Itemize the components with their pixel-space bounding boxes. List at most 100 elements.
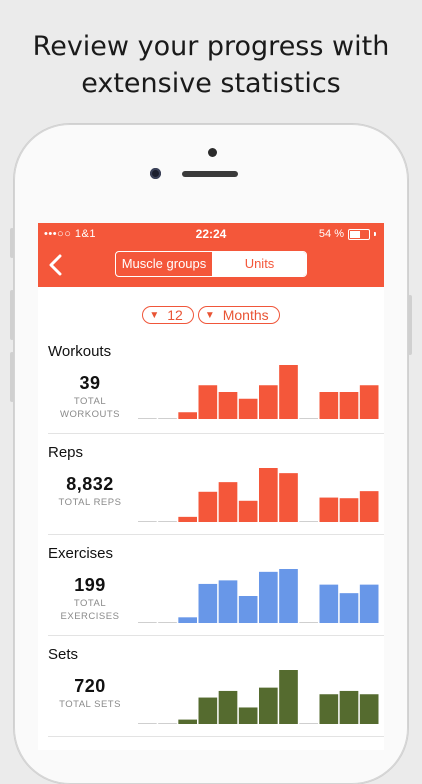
bar — [359, 694, 379, 724]
total-label: TOTAL EXERCISES — [60, 598, 120, 622]
dropdown-triangle-icon: ▼ — [149, 309, 160, 321]
divider — [48, 534, 384, 535]
bar — [178, 617, 197, 623]
bar — [319, 497, 339, 522]
mute-switch — [10, 228, 14, 258]
bar — [178, 412, 197, 419]
bar — [319, 584, 339, 623]
bar — [178, 516, 197, 522]
bar — [339, 498, 359, 522]
segment-units[interactable]: Units — [213, 252, 306, 276]
back-chevron-icon[interactable] — [46, 253, 68, 277]
bar — [259, 385, 278, 419]
section-reps[interactable]: Reps 8,832 TOTAL REPS — [38, 444, 384, 544]
bar — [319, 694, 339, 724]
total-value: 8,832 — [66, 474, 114, 494]
speaker-grille — [182, 171, 238, 177]
total-label: TOTAL SETS — [59, 699, 121, 710]
bar — [279, 569, 298, 623]
section-title: Workouts — [48, 343, 112, 360]
bar-empty — [138, 622, 157, 623]
bar-empty — [158, 622, 177, 623]
bar-empty — [299, 723, 318, 724]
bar — [359, 491, 379, 522]
section-title: Exercises — [48, 545, 114, 562]
bar — [238, 596, 258, 623]
period-value: Months — [222, 307, 269, 323]
battery-tip — [374, 232, 376, 236]
bar — [238, 500, 258, 522]
divider — [48, 736, 384, 737]
section-exercises[interactable]: Exercises 199 TOTAL EXERCISES — [38, 545, 384, 645]
bar-empty — [299, 622, 318, 623]
bar — [359, 385, 379, 419]
bar-chart — [138, 670, 379, 724]
section-title: Reps — [48, 444, 84, 461]
headline-line-2: extensive statistics — [81, 68, 341, 99]
bar-empty — [138, 723, 157, 724]
app-screen: •••○○ 1&1 22:24 54 % Muscle groups Units… — [38, 223, 384, 750]
bar — [198, 491, 218, 522]
status-bar: •••○○ 1&1 22:24 54 % — [38, 223, 384, 245]
volume-up-button — [10, 290, 14, 340]
bar — [339, 593, 359, 623]
bar-chart — [138, 569, 379, 623]
power-button — [408, 295, 412, 355]
bar — [218, 580, 238, 623]
divider — [48, 433, 384, 434]
bar-chart — [138, 365, 379, 419]
total-label: TOTAL REPS — [58, 497, 122, 508]
segmented-control: Muscle groups Units — [115, 251, 307, 277]
bar — [238, 707, 258, 724]
bar-empty — [158, 521, 177, 522]
segment-muscle-groups[interactable]: Muscle groups — [116, 252, 213, 276]
section-sets[interactable]: Sets 720 TOTAL SETS — [38, 646, 384, 746]
battery-fill — [350, 230, 360, 238]
bar — [218, 482, 238, 522]
bar — [218, 690, 238, 724]
bar — [279, 473, 298, 522]
bar — [238, 398, 258, 419]
total-value: 199 — [74, 575, 106, 595]
bar-empty — [299, 418, 318, 419]
bar — [279, 670, 298, 724]
battery-indicator: 54 % — [319, 228, 376, 240]
bar — [359, 584, 379, 623]
divider — [48, 635, 384, 636]
count-value: 12 — [167, 307, 183, 323]
bar — [198, 697, 218, 724]
bar — [198, 385, 218, 419]
bar — [339, 690, 359, 724]
bar — [259, 687, 278, 724]
bar — [259, 468, 278, 522]
bar-chart — [138, 468, 379, 522]
bar-empty — [158, 723, 177, 724]
bar — [178, 719, 197, 724]
headline: Review your progress with extensive stat… — [0, 28, 422, 102]
camera-icon — [208, 148, 217, 157]
bar-empty — [138, 418, 157, 419]
volume-down-button — [10, 352, 14, 402]
section-workouts[interactable]: Workouts 39 TOTAL WORKOUTS — [38, 343, 384, 443]
bar — [339, 392, 359, 419]
bar — [218, 392, 238, 419]
bar — [198, 583, 218, 623]
total-value: 39 — [79, 373, 101, 393]
dropdown-triangle-icon: ▼ — [204, 309, 215, 321]
count-dropdown[interactable]: ▼ 12 — [142, 306, 194, 324]
total-label: TOTAL WORKOUTS — [60, 396, 120, 420]
filter-bar: ▼ 12 ▼ Months — [38, 306, 384, 324]
bar — [259, 571, 278, 623]
total-value: 720 — [74, 676, 106, 696]
section-title: Sets — [48, 646, 79, 663]
bar-empty — [299, 521, 318, 522]
bar-empty — [138, 521, 157, 522]
bar — [279, 365, 298, 419]
period-dropdown[interactable]: ▼ Months — [197, 306, 280, 324]
front-camera-icon — [150, 168, 161, 179]
bar-empty — [158, 418, 177, 419]
battery-percent: 54 % — [318, 228, 344, 240]
battery-icon — [348, 228, 370, 240]
headline-line-1: Review your progress with — [32, 31, 390, 62]
bar — [319, 392, 339, 419]
